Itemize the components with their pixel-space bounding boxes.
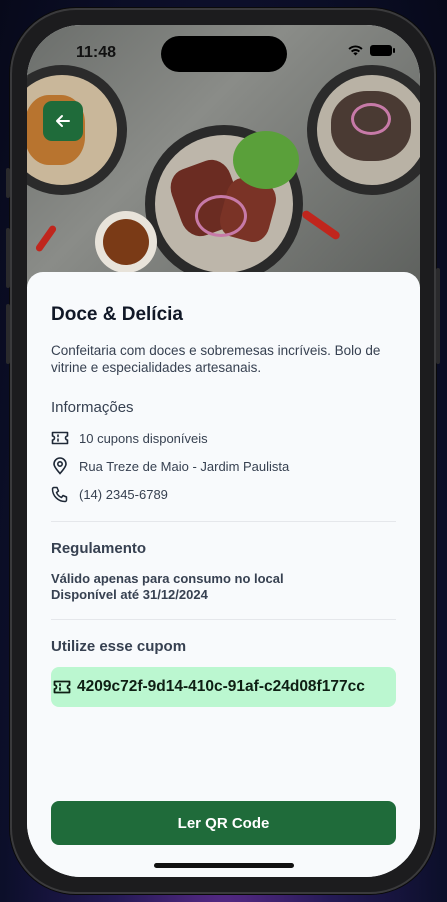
chili-pepper <box>34 224 58 253</box>
sauce-bowl <box>95 211 157 273</box>
divider <box>51 521 396 522</box>
rules-heading: Regulamento <box>51 540 147 557</box>
ticket-icon <box>51 431 69 445</box>
info-address-text: Rua Treze de Maio - Jardim Paulista <box>79 458 290 474</box>
rules-line-2: Disponível até 31/12/2024 <box>51 587 208 602</box>
power-button <box>436 268 440 364</box>
ticket-icon <box>53 680 71 694</box>
rules-line-1: Válido apenas para consumo no local <box>51 571 284 586</box>
coupon-heading: Utilize esse cupom <box>51 638 187 655</box>
info-list: 10 cupons disponíveis Rua Treze de Maio … <box>51 424 396 508</box>
chili-pepper <box>300 209 342 241</box>
info-address-row: Rua Treze de Maio - Jardim Paulista <box>51 452 396 480</box>
read-qr-code-button[interactable]: Ler QR Code <box>51 801 396 845</box>
wifi-icon <box>348 45 363 56</box>
info-phone-text: (14) 2345-6789 <box>79 486 168 502</box>
place-title: Doce & Delícia <box>51 304 183 325</box>
coupon-code: 4209c72f-9d14-410c-91af-c24d08f177cc <box>77 678 365 695</box>
status-icons <box>347 44 395 56</box>
battery-icon <box>370 44 395 56</box>
screen: 11:48 Doce & Delícia Confeitaria com doc… <box>27 25 420 877</box>
coupon-code-box[interactable]: 4209c72f-9d14-410c-91af-c24d08f177cc <box>51 667 396 707</box>
plate-center <box>145 125 303 283</box>
phone-icon <box>51 486 68 503</box>
divider <box>51 619 396 620</box>
map-pin-icon <box>53 457 67 475</box>
home-indicator[interactable] <box>154 863 294 868</box>
details-sheet: Doce & Delícia Confeitaria com doces e s… <box>27 272 420 877</box>
back-arrow-icon <box>56 115 70 127</box>
dynamic-island <box>161 36 287 72</box>
status-time: 11:48 <box>76 44 117 61</box>
hero-food-image: 11:48 <box>27 25 420 287</box>
rules-text: Válido apenas para consumo no local Disp… <box>51 571 396 603</box>
mute-switch <box>6 168 10 198</box>
info-phone-row: (14) 2345-6789 <box>51 480 396 508</box>
place-description: Confeitaria com doces e sobremesas incrí… <box>51 343 381 375</box>
info-coupons-text: 10 cupons disponíveis <box>79 430 208 446</box>
info-coupons-row: 10 cupons disponíveis <box>51 424 396 452</box>
info-heading: Informações <box>51 399 134 416</box>
volume-down-button <box>6 304 10 364</box>
plate-right <box>307 65 420 195</box>
back-button[interactable] <box>43 101 83 141</box>
volume-up-button <box>6 228 10 288</box>
